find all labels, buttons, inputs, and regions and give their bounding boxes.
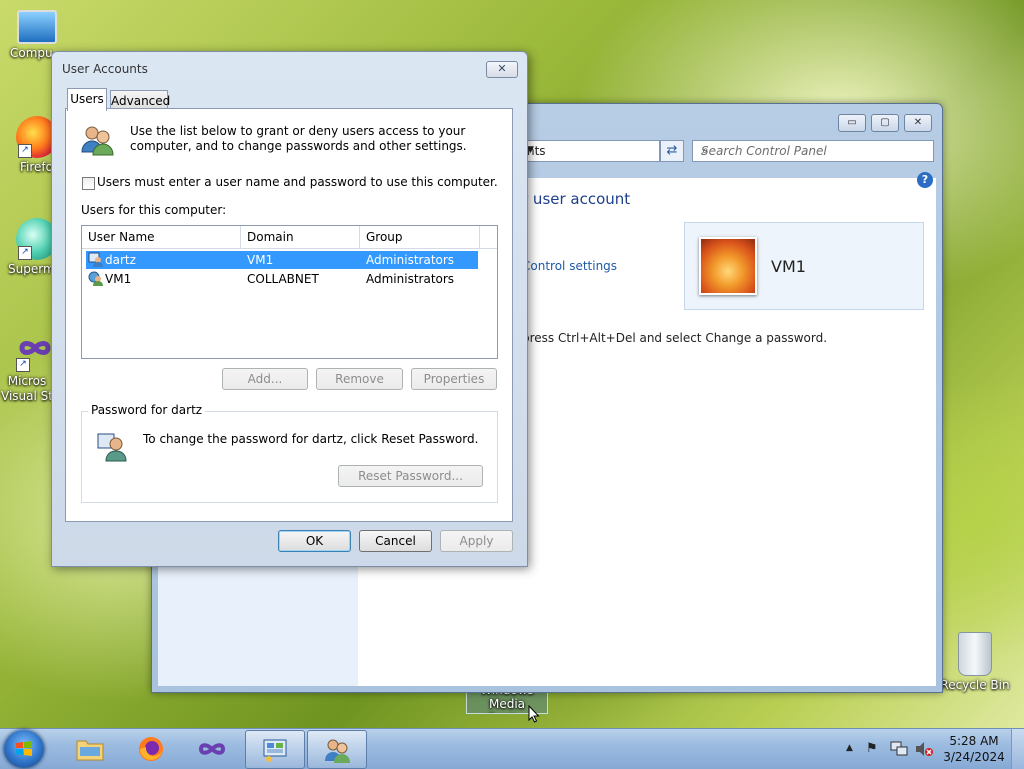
shortcut-arrow-icon: ↗	[18, 246, 32, 260]
users-icon	[81, 126, 114, 156]
folder-icon	[76, 740, 104, 761]
taskbar-item-control-panel[interactable]	[245, 730, 305, 769]
cell-domain: COLLABNET	[247, 272, 319, 286]
start-button[interactable]	[4, 730, 44, 768]
refresh-icon[interactable]: ⇄	[660, 140, 684, 162]
search-input[interactable]: Search Control Panel ⌕	[692, 140, 934, 162]
remove-user-button[interactable]: Remove	[316, 368, 403, 390]
cell-domain: VM1	[247, 253, 274, 267]
taskbar: ▲ ⚑ 5:28 AM 3/24/2024	[0, 728, 1024, 769]
infinity-icon	[198, 743, 226, 755]
password-instruction-text: To change the password for dartz, click …	[143, 432, 479, 446]
password-group: Password for dartz To change the passwor…	[81, 403, 498, 503]
password-instruction: press Ctrl+Alt+Del and select Change a p…	[522, 331, 828, 345]
visual-studio-icon: ↗	[14, 330, 56, 372]
recycle-bin-icon	[958, 632, 992, 676]
search-icon[interactable]: ⌕	[701, 143, 927, 158]
require-login-label[interactable]: Users must enter a user name and passwor…	[97, 175, 498, 189]
control-settings-link[interactable]: Control settings	[522, 259, 617, 273]
account-picture[interactable]	[699, 237, 757, 295]
user-icon	[88, 252, 103, 267]
cell-user: dartz	[105, 253, 136, 267]
users-tab-panel: Use the list below to grant or deny user…	[65, 108, 513, 522]
user-password-icon	[97, 433, 127, 462]
reset-password-button[interactable]: Reset Password...	[338, 465, 483, 487]
apply-button[interactable]: Apply	[440, 530, 513, 552]
intro-text: Use the list below to grant or deny user…	[130, 124, 467, 153]
minimize-button[interactable]: ▭	[838, 114, 866, 132]
show-desktop-button[interactable]	[1011, 729, 1024, 769]
cell-group: Administrators	[366, 253, 455, 267]
domain-user-icon	[88, 271, 103, 286]
cancel-button[interactable]: Cancel	[359, 530, 432, 552]
close-button[interactable]: ✕	[904, 114, 932, 132]
firefox-icon	[139, 737, 163, 761]
computer-icon	[17, 10, 57, 44]
users-list[interactable]: User Name Domain Group dartz VM1 Adminis…	[81, 225, 498, 359]
user-accounts-dialog[interactable]: User Accounts ✕ Users Advanced Use the l…	[51, 51, 528, 567]
password-group-legend: Password for dartz	[88, 403, 206, 417]
account-name: VM1	[771, 257, 806, 276]
address-bar[interactable]: nts ▼	[512, 140, 660, 162]
taskbar-item-explorer[interactable]	[61, 730, 119, 767]
desktop-icon-recycle-bin[interactable]: Recycle Bin	[940, 632, 1010, 692]
ok-button[interactable]: OK	[278, 530, 351, 552]
shortcut-arrow-icon: ↗	[18, 144, 32, 158]
action-center-flag-icon[interactable]: ⚑	[866, 741, 878, 756]
mouse-cursor-icon	[528, 705, 540, 723]
users-icon	[325, 739, 350, 763]
list-header: User Name Domain Group	[82, 226, 497, 249]
column-header-user-name[interactable]: User Name	[82, 226, 241, 248]
clock-date: 3/24/2024	[943, 750, 1005, 764]
page-title: r user account	[522, 190, 631, 208]
table-row[interactable]: dartz VM1 Administrators	[86, 251, 478, 269]
show-hidden-icon[interactable]: ▲	[846, 743, 853, 753]
dialog-title: User Accounts	[62, 62, 148, 76]
taskbar-item-visual-studio[interactable]	[183, 730, 241, 767]
users-list-label: Users for this computer:	[81, 203, 227, 217]
taskbar-item-firefox[interactable]	[122, 730, 180, 767]
desktop: Compu ↗ Firefo ↗ Superm ↗ Micros Visual …	[0, 0, 1024, 728]
volume-muted-icon[interactable]	[914, 741, 934, 757]
system-clock[interactable]: 5:28 AM 3/24/2024	[942, 733, 1006, 765]
desktop-icon-label: Micros Visual St	[1, 374, 53, 403]
require-login-checkbox[interactable]	[82, 177, 95, 190]
network-icon[interactable]	[890, 741, 908, 757]
taskbar-item-user-accounts[interactable]	[307, 730, 367, 769]
control-panel-icon	[263, 739, 287, 762]
clock-time: 5:28 AM	[949, 734, 999, 748]
cell-user: VM1	[105, 272, 132, 286]
cell-group: Administrators	[366, 272, 455, 286]
shortcut-arrow-icon: ↗	[16, 358, 30, 372]
account-card: VM1	[684, 222, 924, 310]
maximize-button[interactable]: ▢	[871, 114, 899, 132]
desktop-icon-label: Recycle Bin	[940, 678, 1010, 692]
add-user-button[interactable]: Add...	[222, 368, 308, 390]
close-button[interactable]: ✕	[486, 61, 518, 78]
properties-button[interactable]: Properties	[411, 368, 497, 390]
chevron-down-icon[interactable]: ▼	[527, 145, 655, 155]
table-row[interactable]: VM1 COLLABNET Administrators	[86, 270, 478, 288]
column-header-domain[interactable]: Domain	[241, 226, 360, 248]
column-header-group[interactable]: Group	[360, 226, 480, 248]
help-icon[interactable]: ?	[917, 172, 933, 188]
windows-logo-icon	[16, 741, 32, 756]
tab-users[interactable]: Users	[67, 88, 107, 111]
